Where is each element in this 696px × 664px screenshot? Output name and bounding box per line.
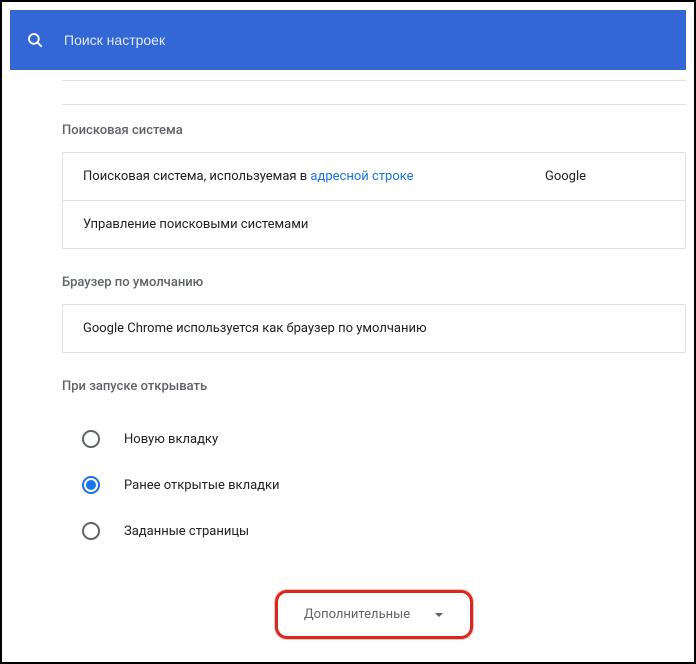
startup-option-continue[interactable]: Ранее открытые вкладки	[62, 462, 686, 508]
manage-search-engines-label: Управление поисковыми системами	[83, 217, 665, 232]
divider-strip	[62, 80, 686, 105]
startup-option-label: Ранее открытые вкладки	[124, 478, 280, 493]
radio-icon	[82, 476, 100, 494]
radio-icon	[82, 522, 100, 540]
startup-option-new-tab[interactable]: Новую вкладку	[62, 416, 686, 462]
search-icon	[26, 31, 44, 49]
section-title-default-browser: Браузер по умолчанию	[62, 275, 686, 290]
on-startup-options: Новую вкладку Ранее открытые вкладки Зад…	[62, 408, 686, 570]
search-engine-label: Поисковая система, используемая в адресн…	[83, 169, 545, 184]
manage-search-engines-row[interactable]: Управление поисковыми системами	[63, 201, 685, 248]
radio-icon	[82, 430, 100, 448]
search-input[interactable]	[64, 32, 670, 48]
search-engine-row[interactable]: Поисковая система, используемая в адресн…	[63, 153, 685, 201]
section-title-search-engine: Поисковая система	[62, 123, 686, 138]
chevron-down-icon	[434, 610, 444, 620]
default-browser-card: Google Chrome используется как браузер п…	[62, 304, 686, 353]
advanced-button[interactable]: Дополнительные	[275, 590, 473, 639]
search-engine-card: Поисковая система, используемая в адресн…	[62, 152, 686, 249]
default-browser-status-row: Google Chrome используется как браузер п…	[63, 305, 685, 352]
search-engine-prefix: Поисковая система, используемая в	[83, 169, 310, 184]
section-title-on-startup: При запуске открывать	[62, 379, 686, 394]
settings-search-bar[interactable]	[10, 10, 686, 70]
search-engine-value[interactable]: Google	[545, 169, 665, 184]
advanced-label: Дополнительные	[304, 607, 410, 622]
startup-option-label: Новую вкладку	[124, 432, 218, 447]
startup-option-specific-pages[interactable]: Заданные страницы	[62, 508, 686, 554]
address-bar-link[interactable]: адресной строке	[310, 169, 413, 184]
startup-option-label: Заданные страницы	[124, 524, 249, 539]
default-browser-status: Google Chrome используется как браузер п…	[83, 321, 665, 336]
